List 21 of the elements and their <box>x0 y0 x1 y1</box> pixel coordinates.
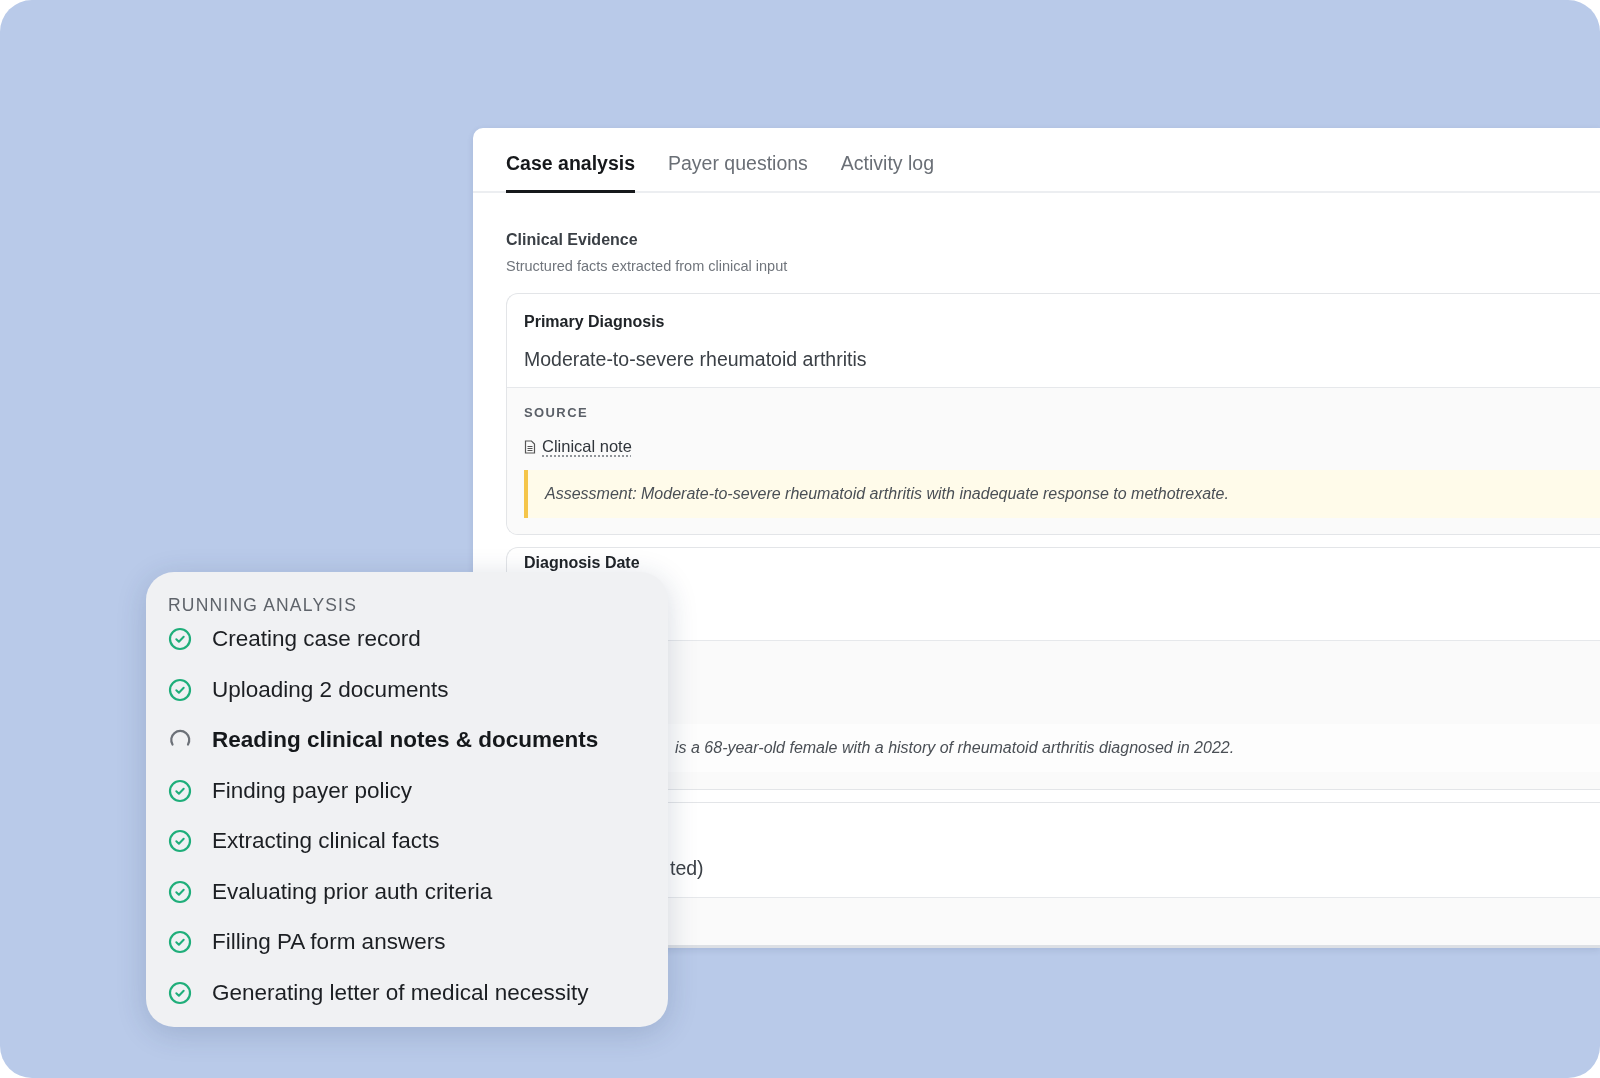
document-icon <box>524 439 536 454</box>
panel-heading: RUNNING ANALYSIS <box>168 595 359 616</box>
step-label: Evaluating prior auth criteria <box>212 878 493 905</box>
step-label: Extracting clinical facts <box>212 828 440 855</box>
step-label: Uploading 2 documents <box>212 676 449 703</box>
step-label: Finding payer policy <box>212 777 413 804</box>
source-link[interactable]: Clinical note <box>542 437 632 456</box>
source-quote: Assessment: Moderate-to-severe rheumatoid arthritis with inadequate response to methotrexate. <box>524 469 1600 518</box>
tab[interactable]: Case analysis <box>506 128 635 193</box>
step-label: Generating letter of medical necessity <box>212 979 589 1006</box>
tab[interactable]: Payer questions <box>668 128 808 193</box>
tab[interactable]: Activity log <box>840 128 935 193</box>
field-label: Diagnosis Date <box>524 553 640 572</box>
section-subtitle: Structured facts extracted from clinical input <box>506 258 789 274</box>
step-label: Creating case record <box>212 626 421 653</box>
field-value: Moderate-to-severe rheumatoid arthritis <box>524 348 868 371</box>
section-title: Clinical Evidence <box>506 231 639 249</box>
step-label: Filling PA form answers <box>212 929 446 956</box>
source-heading: SOURCE <box>524 405 590 420</box>
field-label: Primary Diagnosis <box>524 313 665 331</box>
field-value: ted) <box>669 856 705 880</box>
